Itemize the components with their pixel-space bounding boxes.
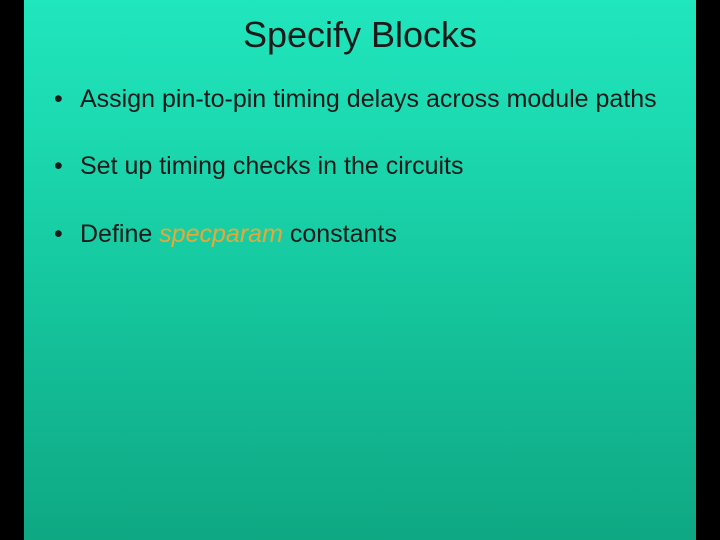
bullet-text-after: constants <box>283 220 397 248</box>
slide-title: Specify Blocks <box>24 0 696 66</box>
slide-content: Assign pin-to-pin timing delays across m… <box>24 66 696 250</box>
bullet-text: Assign pin-to-pin timing delays across m… <box>80 85 657 113</box>
list-item: Define specparam constants <box>44 219 676 250</box>
bullet-keyword: specparam <box>159 220 283 248</box>
list-item: Assign pin-to-pin timing delays across m… <box>44 84 676 115</box>
list-item: Set up timing checks in the circuits <box>44 151 676 182</box>
bullet-text: Set up timing checks in the circuits <box>80 152 464 180</box>
bullet-text: Define <box>80 220 159 248</box>
bullet-list: Assign pin-to-pin timing delays across m… <box>44 84 676 250</box>
slide: Specify Blocks Assign pin-to-pin timing … <box>24 0 696 540</box>
